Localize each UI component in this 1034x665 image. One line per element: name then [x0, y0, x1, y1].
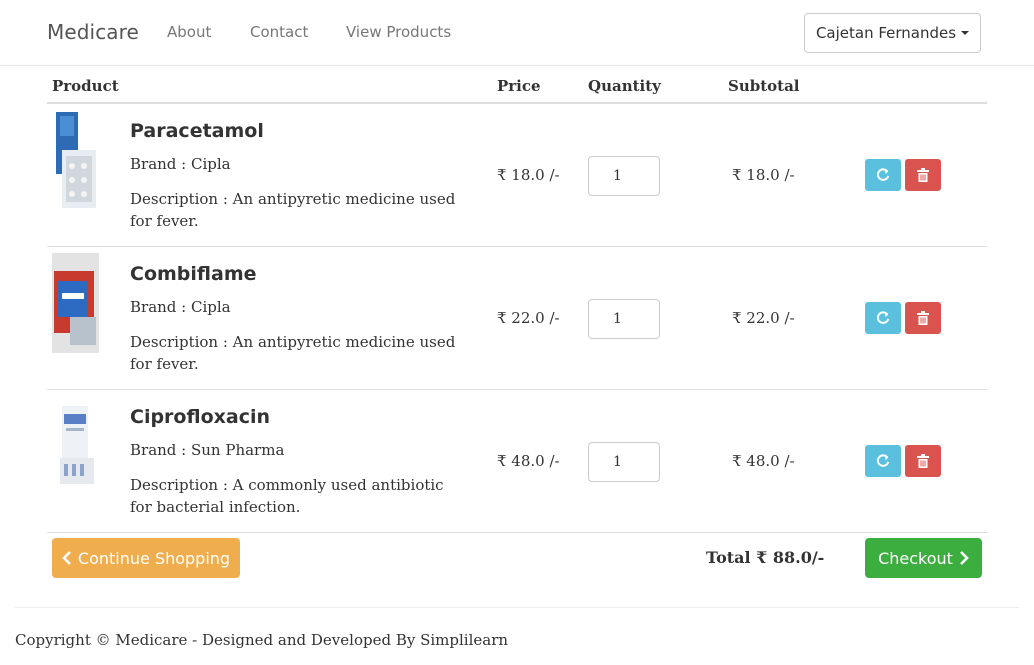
product-price: ₹ 48.0 /- [497, 452, 560, 470]
trash-icon [917, 168, 929, 182]
navbar-brand[interactable]: Medicare [47, 20, 139, 44]
refresh-icon [876, 311, 890, 324]
continue-shopping-button[interactable]: Continue Shopping [52, 538, 240, 578]
product-description: Description : A commonly used antibiotic… [130, 476, 444, 516]
product-name: Paracetamol [130, 120, 264, 142]
product-name: Combiflame [130, 263, 257, 285]
chevron-left-icon [62, 551, 71, 565]
refresh-button[interactable] [865, 159, 901, 191]
nav-link-contact[interactable]: Contact [250, 23, 308, 41]
cart-table-header: Product Price Quantity Subtotal [47, 66, 987, 104]
product-image [52, 253, 99, 353]
navbar: Medicare About Contact View Products Caj… [0, 0, 1034, 66]
chevron-right-icon [960, 551, 969, 565]
delete-button[interactable] [905, 445, 941, 477]
header-subtotal: Subtotal [728, 77, 800, 95]
product-subtotal: ₹ 18.0 /- [732, 166, 795, 184]
continue-shopping-label: Continue Shopping [77, 548, 231, 568]
footer-divider [15, 607, 1019, 608]
product-image [52, 110, 99, 210]
product-subtotal: ₹ 22.0 /- [732, 309, 795, 327]
trash-icon [917, 454, 929, 468]
cart-total: Total ₹ 88.0/- [706, 548, 825, 567]
product-description: Description : An antipyretic medicine us… [130, 190, 456, 230]
header-quantity: Quantity [588, 77, 661, 95]
product-description: Description : An antipyretic medicine us… [130, 333, 456, 373]
product-image [52, 396, 99, 496]
product-brand: Brand : Sun Pharma [130, 441, 285, 459]
product-price: ₹ 22.0 /- [497, 309, 560, 327]
checkout-label: Checkout [878, 548, 953, 568]
copyright-text: Copyright © Medicare - Designed and Deve… [15, 631, 509, 649]
delete-button[interactable] [905, 159, 941, 191]
refresh-button[interactable] [865, 445, 901, 477]
product-name: Ciprofloxacin [130, 406, 270, 428]
product-price: ₹ 18.0 /- [497, 166, 560, 184]
user-dropdown[interactable]: Cajetan Fernandes [804, 13, 981, 53]
nav-link-about[interactable]: About [167, 23, 211, 41]
checkout-button[interactable]: Checkout [865, 538, 982, 578]
quantity-input[interactable] [588, 442, 660, 482]
table-row: Paracetamol Brand : Cipla Description : … [47, 104, 987, 247]
refresh-button[interactable] [865, 302, 901, 334]
quantity-input[interactable] [588, 156, 660, 196]
product-brand: Brand : Cipla [130, 298, 231, 316]
table-row: Ciprofloxacin Brand : Sun Pharma Descrip… [47, 390, 987, 533]
delete-button[interactable] [905, 302, 941, 334]
trash-icon [917, 311, 929, 325]
caret-down-icon [961, 31, 970, 35]
refresh-icon [876, 454, 890, 467]
user-name: Cajetan Fernandes [815, 24, 957, 42]
header-price: Price [497, 77, 541, 95]
product-subtotal: ₹ 48.0 /- [732, 452, 795, 470]
nav-link-view-products[interactable]: View Products [346, 23, 451, 41]
quantity-input[interactable] [588, 299, 660, 339]
product-brand: Brand : Cipla [130, 155, 231, 173]
refresh-icon [876, 168, 890, 181]
header-product: Product [52, 77, 119, 95]
table-row: Combiflame Brand : Cipla Description : A… [47, 247, 987, 390]
